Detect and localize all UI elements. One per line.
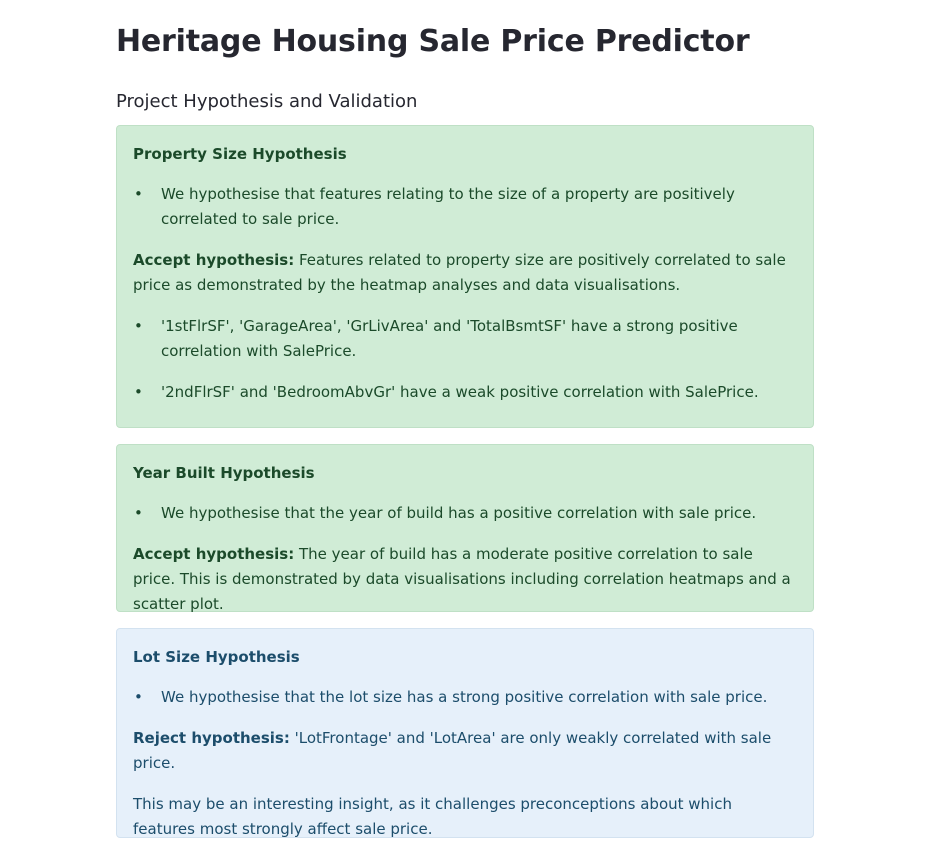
hypothesis-statement: We hypothesise that features relating to… xyxy=(134,182,797,232)
hypothesis-note: This may be an interesting insight, as i… xyxy=(133,795,732,838)
hypothesis-statement: We hypothesise that the lot size has a s… xyxy=(134,685,797,710)
verdict-label: Accept hypothesis: xyxy=(133,545,295,563)
page-title: Heritage Housing Sale Price Predictor xyxy=(116,24,750,59)
hypothesis-statement: We hypothesise that the year of build ha… xyxy=(134,501,797,526)
hypothesis-verdict: Accept hypothesis: The year of build has… xyxy=(133,542,797,617)
hypothesis-statement-list: We hypothesise that the year of build ha… xyxy=(133,501,797,526)
finding-item: '2ndFlrSF' and 'BedroomAbvGr' have a wea… xyxy=(134,380,797,405)
hypothesis-verdict: Reject hypothesis: 'LotFrontage' and 'Lo… xyxy=(133,726,797,776)
finding-item: '1stFlrSF', 'GarageArea', 'GrLivArea' an… xyxy=(134,314,797,364)
hypothesis-verdict: Accept hypothesis: Features related to p… xyxy=(133,248,797,298)
hypothesis-title: Property Size Hypothesis xyxy=(133,145,347,163)
page-subtitle: Project Hypothesis and Validation xyxy=(116,91,418,112)
property-size-hypothesis-box: Property Size Hypothesis We hypothesise … xyxy=(116,125,814,428)
hypothesis-title: Year Built Hypothesis xyxy=(133,464,315,482)
hypothesis-statement-list: We hypothesise that features relating to… xyxy=(133,182,797,232)
hypothesis-statement-list: We hypothesise that the lot size has a s… xyxy=(133,685,797,710)
verdict-label: Reject hypothesis: xyxy=(133,729,290,747)
verdict-label: Accept hypothesis: xyxy=(133,251,295,269)
findings-list: '1stFlrSF', 'GarageArea', 'GrLivArea' an… xyxy=(133,314,797,405)
lot-size-hypothesis-box: Lot Size Hypothesis We hypothesise that … xyxy=(116,628,814,838)
hypothesis-title: Lot Size Hypothesis xyxy=(133,648,300,666)
year-built-hypothesis-box: Year Built Hypothesis We hypothesise tha… xyxy=(116,444,814,613)
